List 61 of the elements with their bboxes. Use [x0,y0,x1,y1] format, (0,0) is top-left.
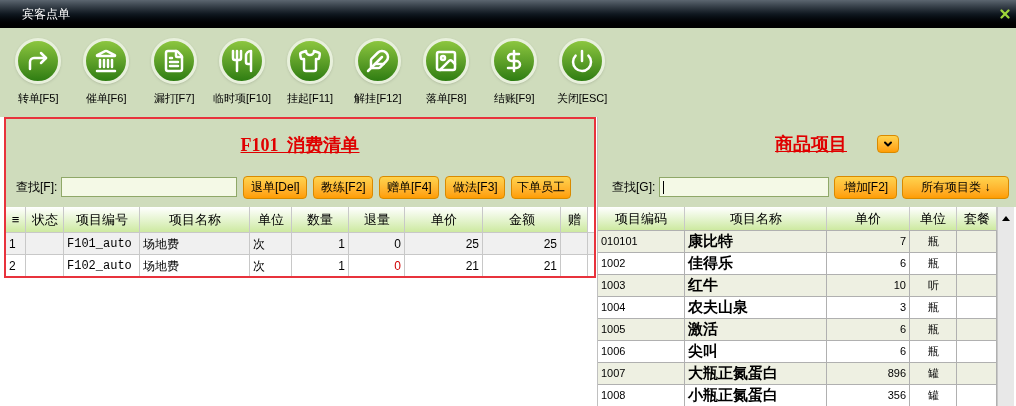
search-label: 查找[F]: [16,179,58,196]
scrollbar[interactable] [997,207,1014,406]
toolbar-button[interactable]: 教练[F2] [313,175,374,199]
toolbar-button[interactable]: 催单[F6] [76,38,136,107]
close-button[interactable] [998,7,1012,21]
table-cell: 0 [349,255,405,276]
table-cell: 罐 [910,385,957,406]
panel-title: 商品项目 [775,132,847,156]
toolbar-button[interactable]: 挂起[F11] [280,38,340,107]
search-label: 查找[G]: [612,179,656,196]
search-field[interactable] [659,177,830,197]
column-header: 数量 [292,207,349,232]
toolbar-button[interactable]: 临时项[F10] [212,38,272,107]
toolbar-button[interactable]: 转单[F5] [8,38,68,107]
column-header: 项目编号 [64,207,140,232]
column-header: 状态 [26,207,64,232]
column-header: 项目名称 [685,207,827,230]
column-header: 金额 [483,207,561,232]
table-cell: 1 [292,255,349,276]
table-cell: 场地费 [140,255,250,276]
panel-title: F101 消费清单 [240,133,360,157]
picture-frame-icon [423,38,469,84]
window-title: 宾客点单 [22,6,70,23]
table-cell: F102_auto [64,255,140,276]
toolbar-button[interactable]: 解挂[F12] [348,38,408,107]
toolbar-button[interactable]: 漏打[F7] [144,38,204,107]
column-header: 单位 [910,207,957,230]
column-header: 赠 [561,207,588,232]
column-header: 单价 [405,207,483,232]
column-header: 项目名称 [140,207,250,232]
table-cell: 2 [6,255,26,276]
toolbar-button[interactable]: 落单[F8] [416,38,476,107]
table-cell: 1008 [598,385,685,406]
table-cell: 次 [250,255,292,276]
feather-icon [355,38,401,84]
toolbar-button[interactable]: 做法[F3] [445,175,506,199]
column-header: ≡ [6,207,26,232]
bank-icon [83,38,129,84]
search-field[interactable] [61,177,238,197]
column-header: 退量 [349,207,405,232]
dropdown-button[interactable] [877,135,899,153]
toolbar-button[interactable]: 所有项目类 ↓ [902,175,1010,199]
document-icon [151,38,197,84]
table-cell: 356 [827,385,910,406]
table-cell: 21 [483,255,561,276]
table-cell: 21 [405,255,483,276]
toolbar-button[interactable]: 结账[F9] [484,38,544,107]
fork-spoon-icon [219,38,265,84]
toolbar-button[interactable]: 增加[F2] [834,175,898,199]
column-header: 单位 [250,207,292,232]
column-header: 套餐 [957,207,997,230]
scroll-up-icon[interactable] [1002,216,1010,221]
toolbar-button[interactable]: 下单员工 [511,175,572,199]
toolbar-button[interactable]: 赠单[F4] [379,175,440,199]
dollar-icon [491,38,537,84]
column-header: 项目编码 [598,207,685,230]
column-header: 单价 [827,207,910,230]
power-icon [559,38,605,84]
toolbar-button[interactable]: 退单[Del] [243,175,308,199]
table-cell: 小瓶正氮蛋白 [685,385,827,406]
toolbar-button[interactable]: 关闭[ESC] [552,38,612,107]
